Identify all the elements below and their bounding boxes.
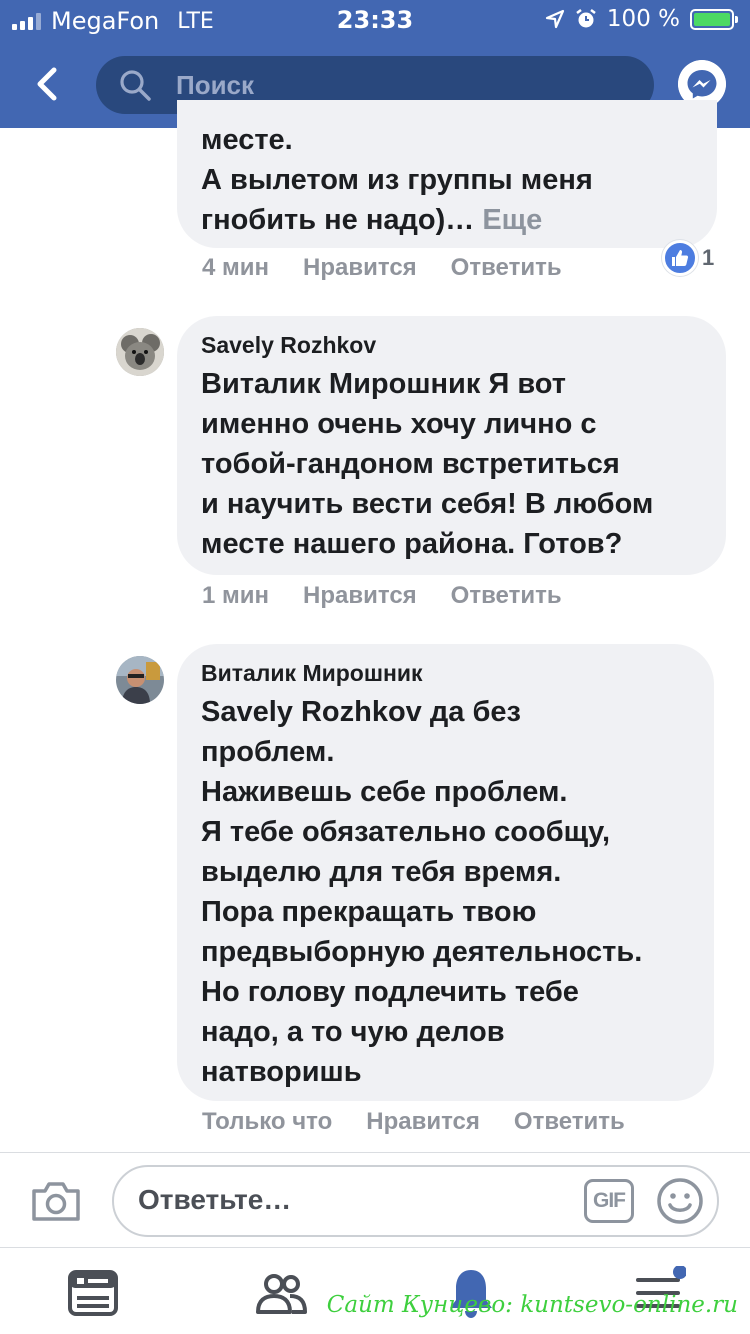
avatar[interactable]	[116, 656, 164, 704]
sticker-smiley-icon[interactable]	[656, 1177, 704, 1225]
mention-link[interactable]: Виталик Мирошник	[201, 368, 480, 400]
back-chevron-icon[interactable]	[28, 64, 68, 104]
comment-bubble: месте. А вылетом из группы меня гнобить …	[177, 100, 717, 248]
comment-text: месте. А вылетом из группы меня гнобить …	[201, 120, 693, 240]
comment-author[interactable]: Виталик Мирошник	[201, 658, 690, 688]
location-arrow-icon	[545, 9, 565, 29]
reply-button[interactable]: Ответить	[451, 254, 562, 282]
like-thumb-icon	[662, 240, 698, 276]
battery-percent: 100 %	[606, 6, 680, 32]
comment-author[interactable]: Savely Rozhkov	[201, 330, 702, 360]
like-button[interactable]: Нравится	[366, 1108, 480, 1136]
reaction-count-badge[interactable]: 1	[662, 240, 714, 276]
search-icon	[120, 70, 151, 101]
avatar-person-image	[116, 656, 164, 704]
status-bar: MegaFon LTE 23:33 100 %	[0, 0, 750, 40]
reply-button[interactable]: Ответить	[514, 1108, 625, 1136]
search-placeholder: Поиск	[176, 70, 255, 100]
comment-time: 1 мин	[202, 582, 270, 609]
news-feed-icon[interactable]	[66, 1266, 120, 1320]
reply-input[interactable]: Ответьте… GIF	[112, 1165, 719, 1237]
comment-actions: 4 мин Нравится Ответить	[202, 254, 562, 282]
comment-body: да без проблем. Наживешь себе проблем. Я…	[201, 696, 643, 1088]
reaction-count: 1	[702, 245, 715, 270]
battery-level-fill	[694, 12, 730, 26]
menu-badge-dot	[673, 1266, 686, 1279]
comment-time: 4 мин	[202, 254, 270, 281]
camera-icon[interactable]	[30, 1179, 82, 1223]
comment-actions: Только что Нравится Ответить	[202, 1108, 625, 1136]
battery-icon	[690, 8, 738, 30]
watermark-text: Сайт Кунцево: kuntsevo-online.ru	[326, 1292, 738, 1318]
see-more-link[interactable]: Еще	[482, 204, 542, 236]
comment-text: Виталик Мирошник Я вот именно очень хочу…	[201, 364, 702, 564]
comment-bubble: Savely Rozhkov Виталик Мирошник Я вот им…	[177, 316, 726, 575]
comment-text: Savely Rozhkov да без проблем. Наживешь …	[201, 692, 690, 1092]
like-button[interactable]: Нравится	[303, 254, 417, 282]
bottom-tab-bar	[0, 1247, 750, 1334]
comment-bubble: Виталик Мирошник Savely Rozhkov да без п…	[177, 644, 714, 1101]
friends-icon[interactable]	[254, 1266, 308, 1320]
avatar[interactable]	[116, 328, 164, 376]
reply-placeholder: Ответьте…	[138, 1184, 292, 1215]
avatar-koala-image	[116, 328, 164, 376]
comment-actions: 1 мин Нравится Ответить	[202, 582, 562, 610]
reply-button[interactable]: Ответить	[451, 582, 562, 610]
alarm-clock-icon	[576, 9, 596, 28]
gif-button[interactable]: GIF	[584, 1179, 634, 1223]
comment-time: Только что	[202, 1108, 333, 1135]
mention-link[interactable]: Savely Rozhkov	[201, 696, 422, 728]
reply-bar: Ответьте… GIF	[0, 1152, 750, 1247]
like-button[interactable]: Нравится	[303, 582, 417, 610]
